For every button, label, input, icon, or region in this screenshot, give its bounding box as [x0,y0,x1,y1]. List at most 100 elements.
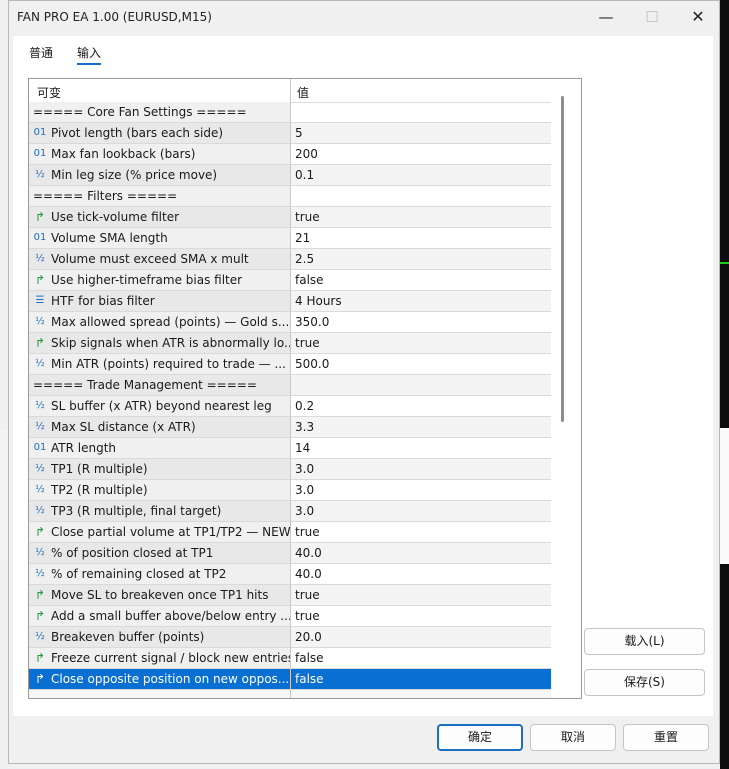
row-value-cell[interactable]: 350.0 [291,312,551,332]
row-variable-label: Close partial volume at TP1/TP2 — NEW [51,525,290,539]
close-button[interactable]: ✕ [675,1,721,33]
reset-button[interactable]: 重置 [623,724,709,751]
row-value-cell[interactable]: 20.0 [291,627,551,647]
maximize-button[interactable]: ☐ [629,1,675,33]
double-icon: ½ [35,484,45,495]
row-value-cell[interactable]: 14 [291,438,551,458]
row-variable-cell[interactable]: ½ Min leg size (% price move) [29,165,290,185]
row-variable-label: Max allowed spread (points) — Gold s... [51,315,290,329]
row-value-cell[interactable]: true [291,522,551,542]
cancel-button[interactable]: 取消 [530,724,616,751]
row-variable-cell[interactable]: ½ Min ATR (points) required to trade — ..… [29,354,290,374]
row-variable-cell[interactable]: ½ TP2 (R multiple) [29,480,290,500]
row-value-cell[interactable]: 3.3 [291,417,551,437]
row-variable-cell[interactable]: ↱ Skip signals when ATR is abnormally lo.… [29,333,290,353]
row-variable-label: Freeze current signal / block new entrie… [51,651,290,665]
row-variable-cell[interactable]: ½ Volume must exceed SMA x mult [29,249,290,269]
row-variable-label: Volume SMA length [51,231,168,245]
row-value-cell[interactable]: false [291,669,551,689]
row-variable-cell[interactable]: ↱ Use higher-timeframe bias filter [29,270,290,290]
row-value-text: true [295,588,320,602]
row-value-cell[interactable]: false [291,270,551,290]
column-separator[interactable] [290,79,291,698]
row-value-text: true [295,336,320,350]
row-variable-cell[interactable]: 01 Volume SMA length [29,228,290,248]
row-variable-label: Use tick-volume filter [51,210,180,224]
row-variable-cell[interactable]: 01 Max fan lookback (bars) [29,144,290,164]
row-variable-cell[interactable]: ☰ HTF for bias filter [29,291,290,311]
row-variable-cell[interactable]: ↱ Close opposite position on new oppos... [29,669,290,689]
row-variable-label: Use higher-timeframe bias filter [51,273,243,287]
load-button[interactable]: 载入(L) [584,628,705,655]
row-variable-label: ===== Trade Management ===== [33,378,257,392]
row-variable-cell[interactable]: ===== Core Fan Settings ===== [29,102,290,122]
row-variable-cell[interactable]: ½ Breakeven buffer (points) [29,627,290,647]
row-variable-cell[interactable]: ½ SL buffer (x ATR) beyond nearest leg [29,396,290,416]
row-value-text: 4 Hours [295,294,342,308]
scrollbar-thumb[interactable] [561,96,564,422]
row-value-cell[interactable] [291,375,551,395]
column-header-variable[interactable]: 可变 [37,84,61,101]
row-value-text: false [295,273,324,287]
save-button[interactable]: 保存(S) [584,669,705,696]
minimize-button[interactable]: — [583,1,629,33]
row-value-cell[interactable]: 5 [291,123,551,143]
vertical-scrollbar[interactable] [553,79,581,698]
row-value-cell[interactable] [291,690,551,698]
integer-icon: 01 [33,148,47,159]
row-value-cell[interactable]: 21 [291,228,551,248]
row-variable-cell[interactable]: ½ Max SL distance (x ATR) [29,417,290,437]
row-value-cell[interactable]: 3.0 [291,501,551,521]
row-value-text: 40.0 [295,546,322,560]
window-title: FAN PRO EA 1.00 (EURUSD,M15) [17,10,212,24]
row-value-cell[interactable]: 0.1 [291,165,551,185]
row-value-text: true [295,525,320,539]
row-value-cell[interactable]: 2.5 [291,249,551,269]
integer-icon: 01 [33,232,47,243]
row-value-cell[interactable]: 200 [291,144,551,164]
row-variable-cell[interactable]: ↱ Use tick-volume filter [29,207,290,227]
row-value-cell[interactable]: 4 Hours [291,291,551,311]
row-variable-cell[interactable]: ↱ Freeze current signal / block new entri… [29,648,290,668]
row-variable-cell[interactable]: 01 Pivot length (bars each side) [29,123,290,143]
ok-button[interactable]: 确定 [437,724,523,751]
row-value-cell[interactable]: 500.0 [291,354,551,374]
row-value-cell[interactable] [291,102,551,122]
title-bar[interactable]: FAN PRO EA 1.00 (EURUSD,M15) — ☐ ✕ [9,1,719,33]
row-variable-cell[interactable]: ===== Trade Management ===== [29,375,290,395]
tab-common[interactable]: 普通 [29,44,53,61]
row-variable-cell[interactable]: ===== Filters ===== [29,186,290,206]
background-panel [720,428,729,564]
bool-icon: ↱ [34,525,46,539]
row-variable-cell[interactable]: ↱ Close partial volume at TP1/TP2 — NEW [29,522,290,542]
row-value-cell[interactable]: 40.0 [291,543,551,563]
row-variable-label: Min leg size (% price move) [51,168,218,182]
row-value-cell[interactable]: true [291,606,551,626]
inputs-grid: 可变 值 ===== Core Fan Settings ===== 01 Pivo… [28,78,582,699]
row-variable-cell[interactable]: ↱ Move SL to breakeven once TP1 hits [29,585,290,605]
row-value-cell[interactable]: true [291,207,551,227]
bool-icon: ↱ [34,609,46,623]
bool-icon: ↱ [34,651,46,665]
row-value-cell[interactable]: 3.0 [291,459,551,479]
row-variable-cell[interactable]: ½ TP3 (R multiple, final target) [29,501,290,521]
row-variable-cell[interactable]: ↱ Add a small buffer above/below entry ..… [29,606,290,626]
row-variable-cell[interactable] [29,690,290,698]
row-variable-cell[interactable]: ½ Max allowed spread (points) — Gold s... [29,312,290,332]
tab-inputs[interactable]: 输入 [77,44,101,61]
row-value-cell[interactable]: false [291,648,551,668]
row-variable-cell[interactable]: ½ % of remaining closed at TP2 [29,564,290,584]
row-variable-cell[interactable]: 01 ATR length [29,438,290,458]
row-value-cell[interactable]: 3.0 [291,480,551,500]
row-variable-cell[interactable]: ½ % of position closed at TP1 [29,543,290,563]
row-variable-label: Breakeven buffer (points) [51,630,205,644]
active-tab-indicator [77,63,101,65]
row-value-cell[interactable]: 40.0 [291,564,551,584]
row-value-cell[interactable]: true [291,333,551,353]
row-variable-label: Volume must exceed SMA x mult [51,252,249,266]
row-value-cell[interactable]: true [291,585,551,605]
column-header-value[interactable]: 值 [297,84,309,101]
row-variable-cell[interactable]: ½ TP1 (R multiple) [29,459,290,479]
row-value-cell[interactable] [291,186,551,206]
row-value-cell[interactable]: 0.2 [291,396,551,416]
